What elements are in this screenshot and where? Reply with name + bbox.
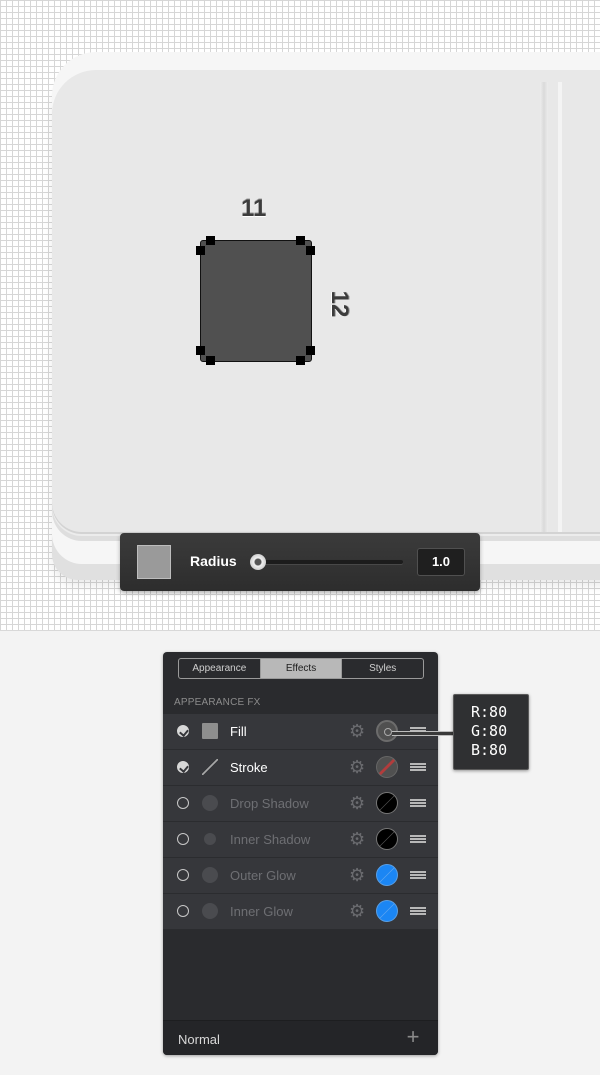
outer-glow-enabled-checkbox[interactable] <box>177 869 189 881</box>
tooltip-leader-line <box>392 731 455 736</box>
inner-glow-color-swatch[interactable] <box>376 900 398 922</box>
drag-handle-icon[interactable] <box>410 871 426 879</box>
rgb-tooltip: R:80 G:80 B:80 <box>453 694 529 770</box>
tooltip-red-value: R:80 <box>471 703 508 721</box>
inner-shadow-enabled-checkbox[interactable] <box>177 833 189 845</box>
drag-handle-icon[interactable] <box>410 907 426 915</box>
effect-label: Drop Shadow <box>230 796 309 811</box>
radius-value-field[interactable]: 1.0 <box>417 548 465 576</box>
dot-icon <box>202 795 218 811</box>
fill-square-icon <box>202 723 218 739</box>
inner-shadow-color-swatch[interactable] <box>376 828 398 850</box>
blend-mode-select[interactable]: Normal <box>178 1032 220 1047</box>
tooltip-blue-value: B:80 <box>471 741 508 759</box>
stroke-line-icon <box>202 759 218 775</box>
panel-tabs: Appearance Effects Styles <box>178 658 424 679</box>
drop-shadow-enabled-checkbox[interactable] <box>177 797 189 809</box>
effect-row-stroke[interactable]: Stroke ⚙ <box>163 750 438 786</box>
effect-row-outer-glow[interactable]: Outer Glow ⚙ <box>163 858 438 894</box>
effect-label: Outer Glow <box>230 868 296 883</box>
effect-row-inner-glow[interactable]: Inner Glow ⚙ <box>163 894 438 930</box>
gear-icon[interactable]: ⚙ <box>349 721 365 741</box>
resize-handle-top-left[interactable] <box>206 236 215 245</box>
drag-handle-icon[interactable] <box>410 835 426 843</box>
stroke-enabled-checkbox[interactable] <box>177 761 189 773</box>
tab-styles[interactable]: Styles <box>342 659 423 678</box>
tooltip-green-value: G:80 <box>471 722 508 740</box>
radius-slider-knob[interactable] <box>250 554 266 570</box>
gear-icon[interactable]: ⚙ <box>349 829 365 849</box>
radius-label: Radius <box>190 553 237 569</box>
card-edge-highlight <box>558 82 562 532</box>
gear-icon[interactable]: ⚙ <box>349 865 365 885</box>
panel-footer: Normal + <box>163 1020 438 1055</box>
effect-label: Stroke <box>230 760 268 775</box>
resize-handle-bottom-right[interactable] <box>296 356 305 365</box>
effect-label: Fill <box>230 724 247 739</box>
drag-handle-icon[interactable] <box>410 763 426 771</box>
appearance-panel: Appearance Effects Styles APPEARANCE FX … <box>163 652 438 1055</box>
effects-list: Fill ⚙ Stroke ⚙ Drop Shadow ⚙ Inner Shad… <box>163 714 438 930</box>
inner-glow-enabled-checkbox[interactable] <box>177 905 189 917</box>
height-dimension-label: 12 <box>326 290 353 318</box>
drag-handle-icon[interactable] <box>410 799 426 807</box>
stroke-color-swatch[interactable] <box>376 756 398 778</box>
artboard-canvas[interactable]: 11 12 Radius 1.0 <box>0 0 600 631</box>
resize-handle-top-right[interactable] <box>296 236 305 245</box>
tab-effects[interactable]: Effects <box>260 659 343 678</box>
card-edge-stripe <box>540 82 548 532</box>
dot-icon <box>204 833 216 845</box>
plus-icon[interactable]: + <box>403 1026 423 1048</box>
selected-rectangle[interactable] <box>200 240 312 362</box>
resize-handle-bottom-right-inner[interactable] <box>306 346 315 355</box>
effect-label: Inner Glow <box>230 904 293 919</box>
resize-handle-top-left-inner[interactable] <box>196 246 205 255</box>
effect-label: Inner Shadow <box>230 832 311 847</box>
effect-row-inner-shadow[interactable]: Inner Shadow ⚙ <box>163 822 438 858</box>
outer-glow-color-swatch[interactable] <box>376 864 398 886</box>
gear-icon[interactable]: ⚙ <box>349 901 365 921</box>
resize-handle-bottom-left-inner[interactable] <box>196 346 205 355</box>
effect-row-drop-shadow[interactable]: Drop Shadow ⚙ <box>163 786 438 822</box>
fill-enabled-checkbox[interactable] <box>177 725 189 737</box>
radius-slider-track[interactable] <box>257 560 403 564</box>
section-title: APPEARANCE FX <box>174 697 261 708</box>
drop-shadow-color-swatch[interactable] <box>376 792 398 814</box>
dot-icon <box>202 903 218 919</box>
gear-icon[interactable]: ⚙ <box>349 793 365 813</box>
width-dimension-label: 11 <box>241 195 267 222</box>
radius-toolbar: Radius 1.0 <box>120 533 480 591</box>
resize-handle-bottom-left[interactable] <box>206 356 215 365</box>
tab-appearance[interactable]: Appearance <box>179 659 261 678</box>
resize-handle-top-right-inner[interactable] <box>306 246 315 255</box>
dot-icon <box>202 867 218 883</box>
gear-icon[interactable]: ⚙ <box>349 757 365 777</box>
radius-color-swatch[interactable] <box>137 545 171 579</box>
